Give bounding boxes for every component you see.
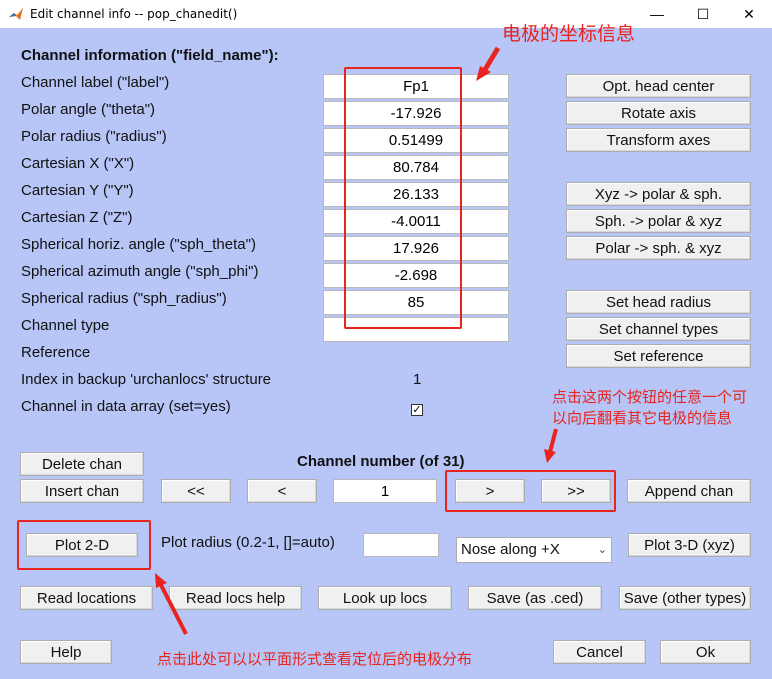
window-title: Edit channel info -- pop_chanedit() [30, 7, 238, 21]
maximize-button[interactable]: ☐ [680, 0, 726, 28]
close-button[interactable]: ✕ [726, 0, 772, 28]
matlab-logo-icon [9, 8, 23, 20]
nav-arrow-icon [548, 428, 558, 453]
minimize-button[interactable]: — [634, 0, 680, 28]
dialog-panel: Channel information ("field_name"): Chan… [0, 23, 772, 679]
annotation-arrows [155, 46, 558, 635]
plot-arrow-icon [158, 582, 188, 635]
title-bar: Edit channel info -- pop_chanedit() — ☐ … [0, 0, 772, 28]
